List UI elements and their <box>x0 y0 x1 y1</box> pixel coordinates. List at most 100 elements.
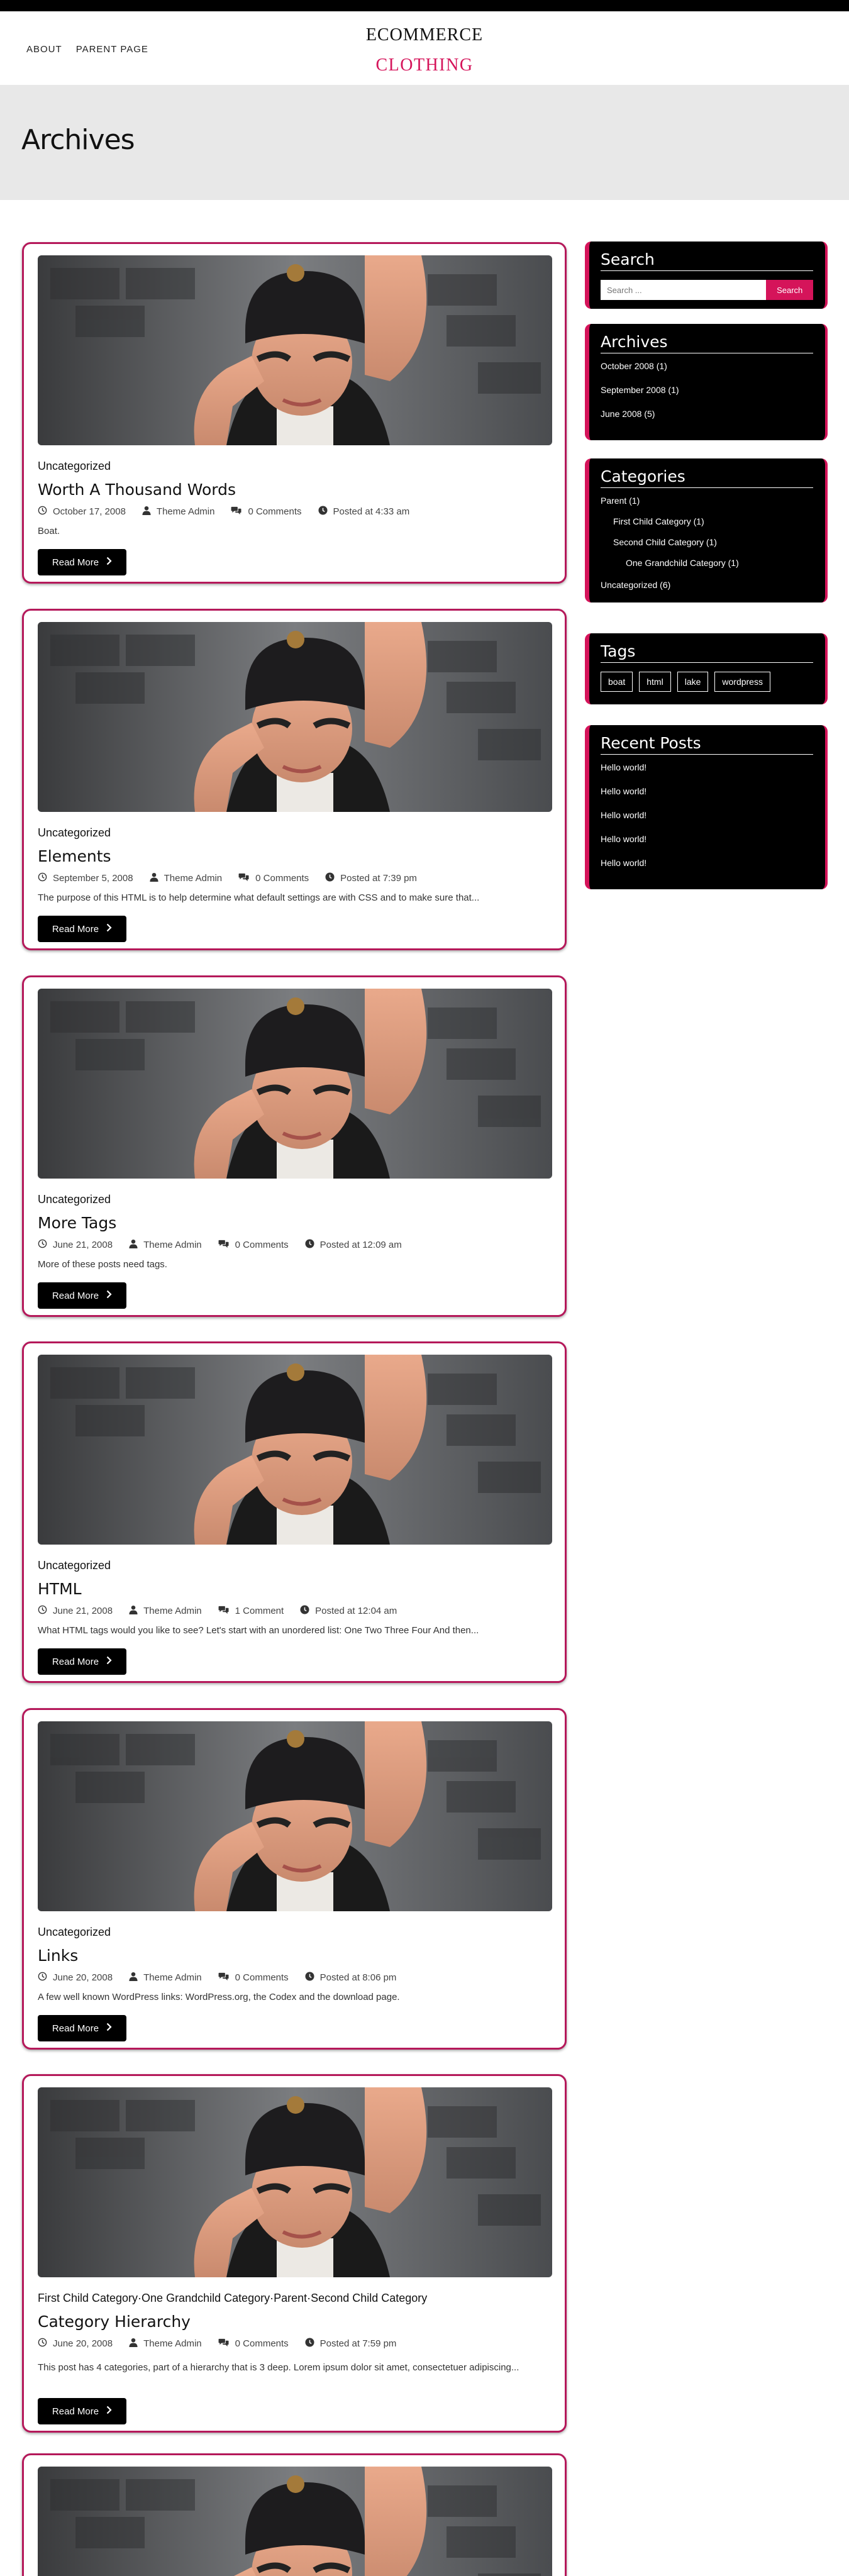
comments-icon <box>218 2338 235 2350</box>
post-image[interactable] <box>38 1355 552 1545</box>
page-banner: Archives <box>0 85 849 200</box>
post-category[interactable]: Uncategorized <box>38 1193 111 1206</box>
post-card: First Child Category·One Grandchild Cate… <box>22 2074 567 2433</box>
post-excerpt: More of these posts need tags. <box>38 1259 167 1270</box>
archives-widget: Archives October 2008 (1) September 2008… <box>585 324 828 440</box>
post-category[interactable]: First Child Category·One Grandchild Cate… <box>38 2292 427 2305</box>
category-link[interactable]: Uncategorized (6) <box>601 579 813 594</box>
nav-item-parent-page[interactable]: PARENT PAGE <box>76 44 148 55</box>
search-button[interactable]: Search <box>766 280 813 300</box>
post-title[interactable]: Category Hierarchy <box>38 2312 191 2331</box>
post-date[interactable]: September 5, 2008 <box>38 872 133 884</box>
post-author[interactable]: Theme Admin <box>129 1972 202 1984</box>
post-author[interactable]: Theme Admin <box>129 1239 202 1251</box>
archive-link[interactable]: October 2008 (1) <box>601 360 813 384</box>
post-comments[interactable]: 0 Comments <box>231 506 302 518</box>
post-image[interactable] <box>38 1721 552 1911</box>
post-card: Uncategorized More Tags June 21, 2008 Th… <box>22 975 567 1317</box>
post-image[interactable] <box>38 255 552 445</box>
comments-icon <box>218 1972 235 1984</box>
top-bar <box>0 0 849 11</box>
post-title[interactable]: Worth A Thousand Words <box>38 480 236 499</box>
post-date[interactable]: June 21, 2008 <box>38 1605 113 1617</box>
post-comments[interactable]: 0 Comments <box>238 872 309 884</box>
read-more-button[interactable]: Read More <box>38 2398 126 2424</box>
read-more-label: Read More <box>52 557 99 568</box>
post-image[interactable] <box>38 622 552 812</box>
read-more-button[interactable]: Read More <box>38 1648 126 1675</box>
post-date[interactable]: June 21, 2008 <box>38 1239 113 1251</box>
tag-link[interactable]: lake <box>677 672 709 692</box>
user-icon <box>129 2338 143 2350</box>
site-logo-line1[interactable]: ECOMMERCE <box>0 25 849 45</box>
search-widget: Search Search <box>585 242 828 309</box>
post-image[interactable] <box>38 989 552 1179</box>
recent-posts-widget: Recent Posts Hello world! Hello world! H… <box>585 725 828 889</box>
post-category[interactable]: Uncategorized <box>38 1559 111 1572</box>
post-meta: June 21, 2008 Theme Admin 1 Comment Post… <box>38 1605 413 1617</box>
clock-icon <box>38 872 53 884</box>
read-more-label: Read More <box>52 2023 99 2034</box>
comments-icon <box>218 1239 235 1251</box>
clock-icon <box>38 2338 53 2350</box>
post-comments[interactable]: 0 Comments <box>218 1972 289 1984</box>
post-meta: June 21, 2008 Theme Admin 0 Comments Pos… <box>38 1239 418 1251</box>
post-category[interactable]: Uncategorized <box>38 1926 111 1939</box>
read-more-label: Read More <box>52 2406 99 2417</box>
post-title[interactable]: HTML <box>38 1580 82 1598</box>
tag-link[interactable]: wordpress <box>714 672 770 692</box>
post-date[interactable]: October 17, 2008 <box>38 506 126 518</box>
category-link[interactable]: First Child Category (1) <box>601 515 813 536</box>
page-title: Archives <box>21 124 135 156</box>
post-date[interactable]: June 20, 2008 <box>38 2338 113 2350</box>
read-more-button[interactable]: Read More <box>38 916 126 942</box>
post-author[interactable]: Theme Admin <box>129 2338 202 2350</box>
widget-title: Search <box>601 250 813 271</box>
archive-link[interactable]: June 2008 (5) <box>601 408 813 431</box>
category-link[interactable]: Parent (1) <box>601 494 813 515</box>
post-excerpt: A few well known WordPress links: WordPr… <box>38 1992 400 2002</box>
recent-post-link[interactable]: Hello world! <box>601 857 813 880</box>
post-title[interactable]: Links <box>38 1946 78 1965</box>
site-logo-line2[interactable]: CLOTHING <box>0 55 849 75</box>
widget-title: Archives <box>601 333 813 353</box>
user-icon <box>150 872 164 884</box>
time-icon <box>300 1605 315 1617</box>
clock-icon <box>38 1972 53 1984</box>
user-icon <box>129 1605 143 1617</box>
post-comments[interactable]: 0 Comments <box>218 1239 289 1251</box>
recent-post-link[interactable]: Hello world! <box>601 809 813 833</box>
post-card: Uncategorized Worth A Thousand Words Oct… <box>22 242 567 584</box>
post-title[interactable]: More Tags <box>38 1214 116 1232</box>
post-time: Posted at 12:09 am <box>305 1239 402 1251</box>
search-input[interactable] <box>601 280 767 300</box>
nav-item-about[interactable]: ABOUT <box>26 44 62 55</box>
recent-post-link[interactable]: Hello world! <box>601 785 813 809</box>
post-author[interactable]: Theme Admin <box>142 506 214 518</box>
recent-post-link[interactable]: Hello world! <box>601 833 813 857</box>
read-more-button[interactable]: Read More <box>38 549 126 575</box>
archive-link[interactable]: September 2008 (1) <box>601 384 813 408</box>
recent-post-link[interactable]: Hello world! <box>601 761 813 785</box>
post-title[interactable]: Elements <box>38 847 111 865</box>
post-excerpt: Boat. <box>38 526 60 536</box>
post-author[interactable]: Theme Admin <box>129 1605 202 1617</box>
category-link[interactable]: Second Child Category (1) <box>601 536 813 557</box>
read-more-button[interactable]: Read More <box>38 2015 126 2041</box>
post-comments[interactable]: 0 Comments <box>218 2338 289 2350</box>
category-link[interactable]: One Grandchild Category (1) <box>601 557 813 579</box>
tag-link[interactable]: boat <box>601 672 633 692</box>
post-author[interactable]: Theme Admin <box>150 872 222 884</box>
read-more-button[interactable]: Read More <box>38 1282 126 1309</box>
site-header: ABOUT PARENT PAGE ECOMMERCE CLOTHING <box>0 11 849 85</box>
tag-link[interactable]: html <box>639 672 671 692</box>
post-category[interactable]: Uncategorized <box>38 460 111 473</box>
user-icon <box>129 1239 143 1251</box>
post-excerpt: The purpose of this HTML is to help dete… <box>38 892 480 903</box>
post-image[interactable] <box>38 2087 552 2277</box>
post-comments[interactable]: 1 Comment <box>218 1605 284 1617</box>
post-image[interactable] <box>38 2467 552 2576</box>
post-category[interactable]: Uncategorized <box>38 826 111 840</box>
clock-icon <box>38 1239 53 1251</box>
post-date[interactable]: June 20, 2008 <box>38 1972 113 1984</box>
